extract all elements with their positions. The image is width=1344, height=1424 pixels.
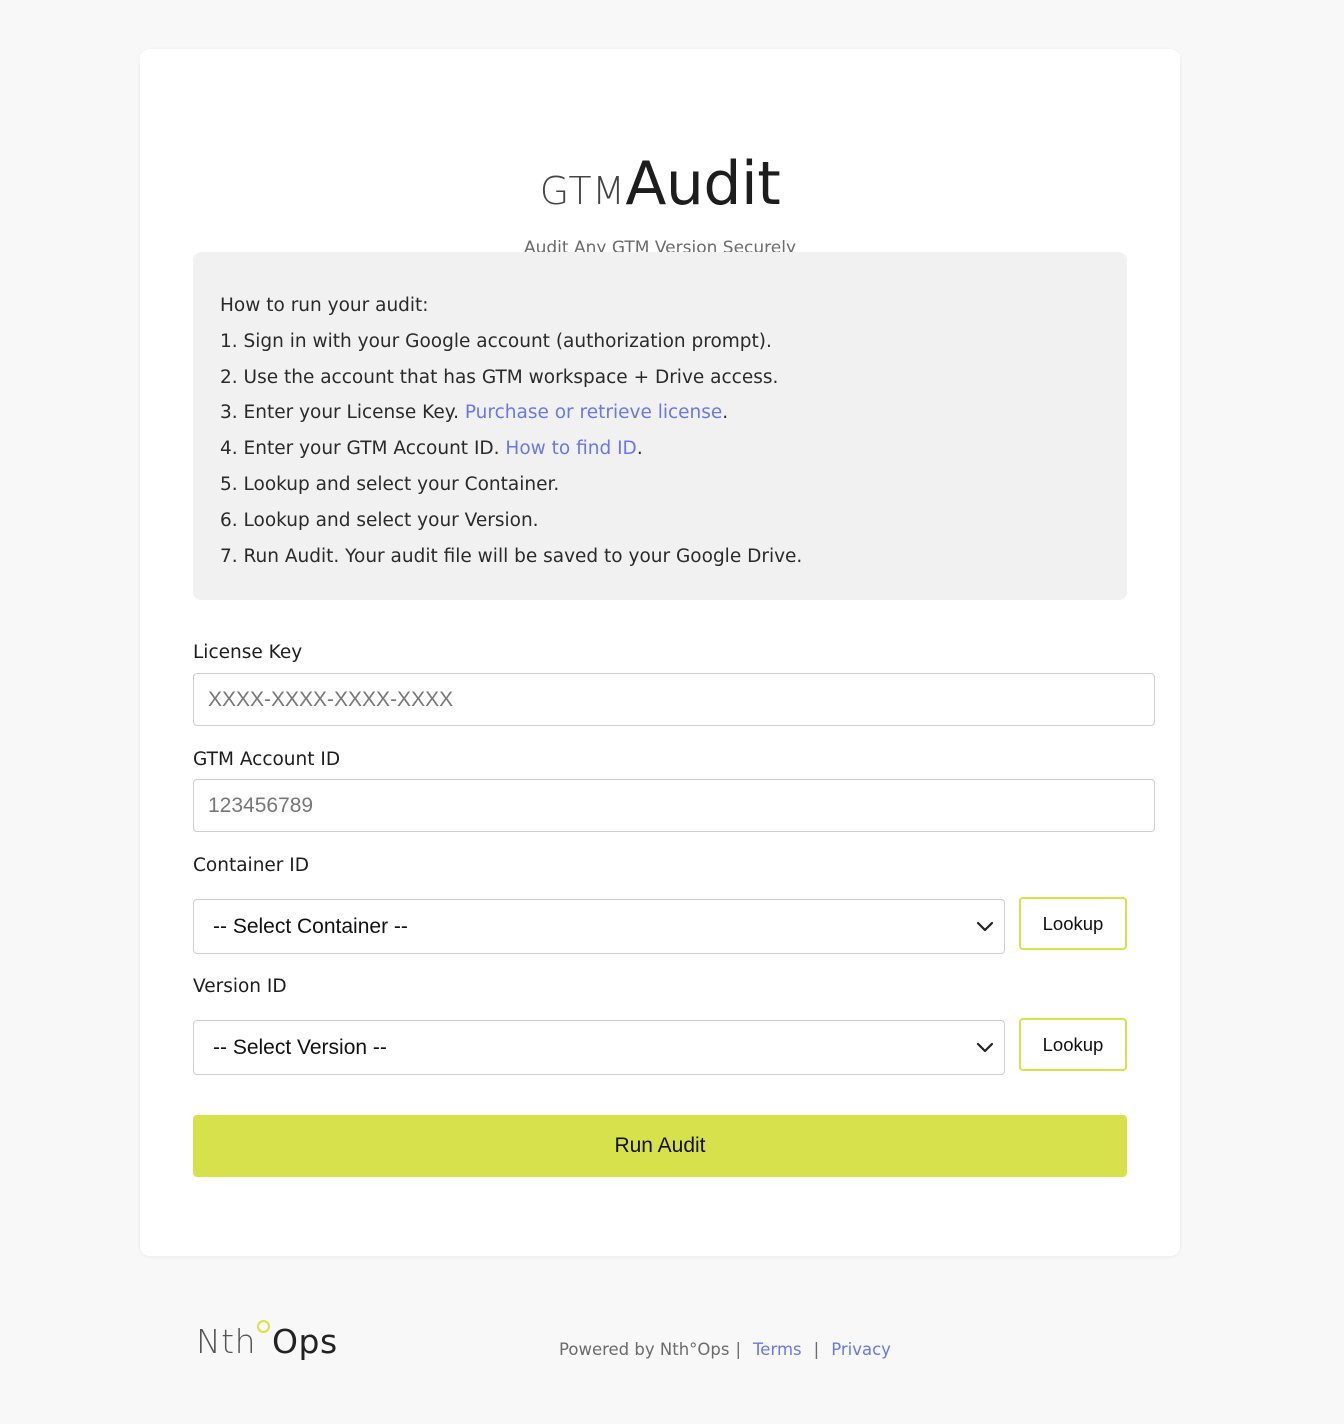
step-text: 3. Enter your License Key. — [220, 402, 465, 424]
container-id-label: Container ID — [193, 855, 309, 876]
step-punctuation: . — [636, 438, 643, 460]
instruction-step: 2. Use the account that has GTM workspac… — [220, 360, 1100, 396]
version-lookup-button[interactable]: Lookup — [1019, 1018, 1127, 1071]
instructions-heading: How to run your audit: — [220, 295, 429, 316]
instruction-step: 6. Lookup and select your Version. — [220, 503, 1100, 539]
step-text: 4. Enter your GTM Account ID. — [220, 438, 506, 460]
logo-prefix: GTM — [539, 169, 626, 213]
instruction-step: 7. Run Audit. Your audit file will be sa… — [220, 539, 1100, 575]
version-selected-value: -- Select Version -- — [213, 1036, 387, 1059]
logo-main: Audit — [625, 149, 781, 219]
instruction-step: 1. Sign in with your Google account (aut… — [220, 324, 1100, 360]
license-key-input[interactable] — [193, 673, 1155, 726]
step-punctuation: . — [722, 402, 729, 424]
circle-icon — [257, 1320, 271, 1333]
account-id-input[interactable] — [193, 779, 1155, 832]
footer-separator: | — [735, 1340, 742, 1359]
find-id-link[interactable]: How to find ID — [505, 438, 636, 459]
step-text: 2. Use the account that has GTM workspac… — [220, 366, 779, 388]
step-text: 1. Sign in with your Google account (aut… — [220, 330, 772, 352]
privacy-link[interactable]: Privacy — [831, 1340, 891, 1359]
logo-ops: Ops — [272, 1322, 338, 1361]
powered-by-text: Powered by Nth°Ops — [559, 1340, 730, 1359]
container-selected-value: -- Select Container -- — [213, 915, 408, 938]
terms-link[interactable]: Terms — [753, 1340, 802, 1359]
footer-separator: | — [813, 1340, 820, 1359]
license-key-label: License Key — [193, 642, 303, 663]
gtm-audit-logo: GTMAudit — [140, 149, 1180, 219]
step-text: 5. Lookup and select your Container. — [220, 473, 560, 495]
chevron-down-icon — [976, 1042, 994, 1053]
nthops-logo: Nth Ops — [196, 1320, 338, 1372]
instruction-step: 4. Enter your GTM Account ID. How to fin… — [220, 431, 1100, 467]
instruction-step: 5. Lookup and select your Container. — [220, 467, 1100, 503]
account-id-label: GTM Account ID — [193, 749, 341, 770]
version-id-label: Version ID — [193, 976, 287, 997]
audit-card: GTMAudit Audit Any GTM Version Securely … — [140, 49, 1180, 1256]
purchase-license-link[interactable]: Purchase or retrieve license — [465, 402, 722, 423]
step-text: 6. Lookup and select your Version. — [220, 509, 539, 531]
container-select[interactable]: -- Select Container -- — [193, 899, 1005, 954]
logo-nth: Nth — [196, 1322, 257, 1361]
container-lookup-button[interactable]: Lookup — [1019, 897, 1127, 950]
chevron-down-icon — [976, 921, 994, 932]
instructions-panel: How to run your audit: 1. Sign in with y… — [193, 252, 1127, 600]
run-audit-button[interactable]: Run Audit — [193, 1115, 1127, 1177]
instruction-step: 3. Enter your License Key. Purchase or r… — [220, 395, 1100, 431]
version-select[interactable]: -- Select Version -- — [193, 1020, 1005, 1075]
footer-links: Powered by Nth°Ops | Terms | Privacy — [559, 1340, 891, 1359]
step-text: 7. Run Audit. Your audit file will be sa… — [220, 545, 803, 567]
